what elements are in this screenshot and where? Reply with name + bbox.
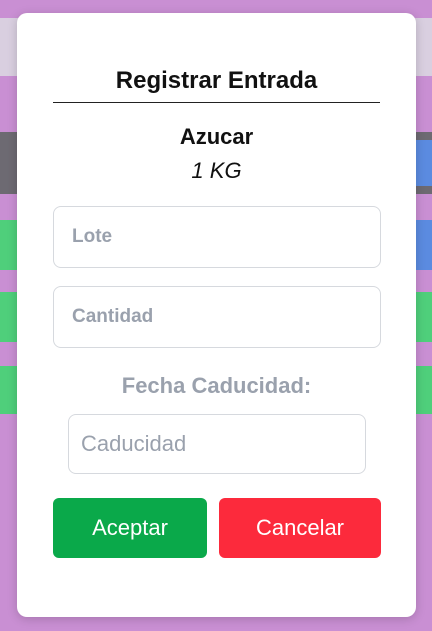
dialog-title: Registrar Entrada <box>115 67 318 94</box>
lote-input[interactable] <box>53 206 381 268</box>
accept-button[interactable]: Aceptar <box>53 498 207 558</box>
product-name: Azucar <box>179 124 254 149</box>
expiry-date-label: Fecha Caducidad: <box>121 373 312 398</box>
caducidad-input[interactable] <box>68 414 366 474</box>
product-unit: 1 KG <box>191 158 242 183</box>
cantidad-input[interactable] <box>53 286 381 348</box>
register-entry-dialog: Registrar Entrada Azucar 1 KG Fecha Cadu… <box>17 13 416 617</box>
cancel-button[interactable]: Cancelar <box>219 498 381 558</box>
title-divider <box>53 102 380 103</box>
